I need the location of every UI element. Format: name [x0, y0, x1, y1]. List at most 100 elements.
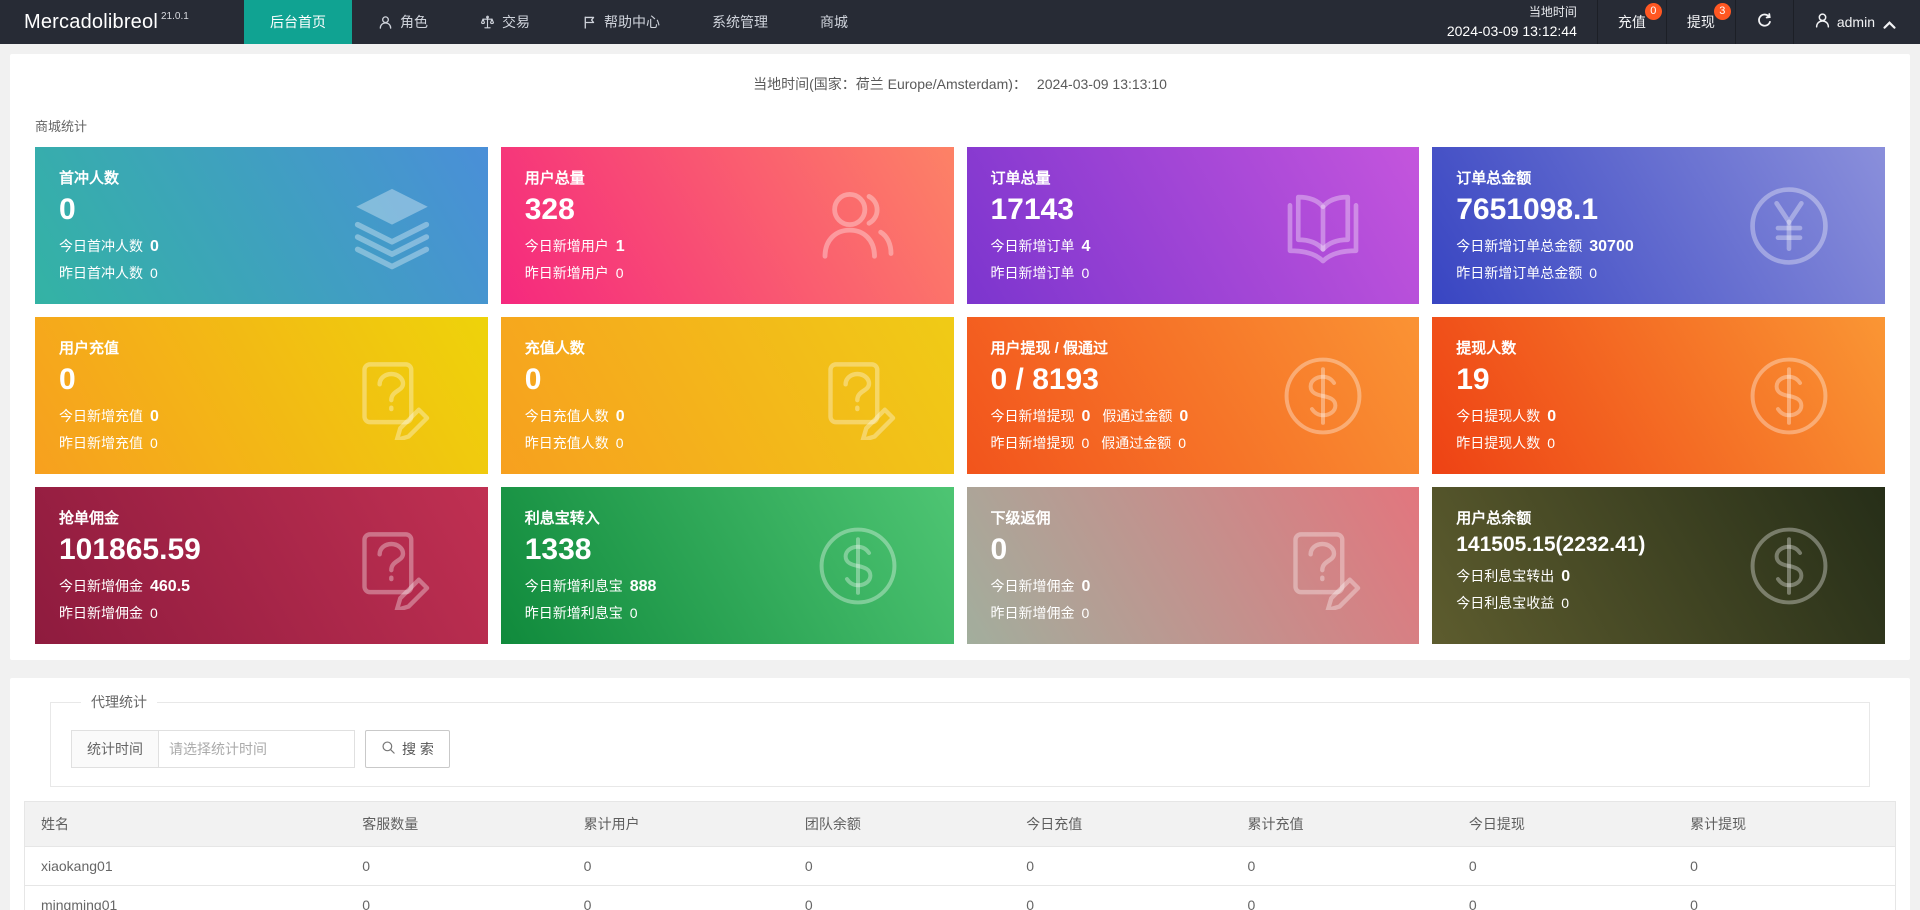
- subline-value: 0: [1081, 578, 1091, 595]
- subline-label: 今日利息宝转出: [1456, 568, 1555, 584]
- stat-card-user-withdraw-fake-pass: 用户提现 / 假通过 0 / 8193 今日新增提现 0 假通过金额 0 昨日新增提现 0…: [966, 317, 1420, 474]
- brand-name: Mercadolibreol: [24, 10, 158, 33]
- local-time-value: 2024-03-09 13:12:44: [1446, 22, 1577, 39]
- dollar-circle-icon: [814, 522, 902, 610]
- chevron-up-icon: [1881, 17, 1896, 29]
- user-icon: [378, 15, 393, 30]
- stats-cards-grid: 首冲人数 0 今日首冲人数 0 昨日首冲人数 0 用户总量 328 今日新增用户 1 昨日…: [35, 147, 1885, 644]
- subline-value: 0: [1178, 435, 1187, 451]
- subline-value: 4: [1081, 238, 1091, 255]
- subline-value: 1: [615, 238, 625, 255]
- subline-label: 今日新增订单: [990, 238, 1075, 254]
- menu-item-mall[interactable]: 商城: [794, 0, 874, 44]
- subline-value: 0: [1561, 568, 1571, 585]
- yen-circle-icon: [1745, 182, 1833, 270]
- users-icon: [814, 182, 902, 270]
- table-column-header: 累计充值: [1231, 801, 1453, 847]
- menu-item-help-center[interactable]: 帮助中心: [556, 0, 686, 44]
- table-cell: 0: [567, 885, 789, 910]
- subline-value: 0: [150, 238, 159, 255]
- search-icon: [381, 740, 396, 758]
- table-column-header: 团队余额: [788, 801, 1011, 847]
- subline-value: 0: [150, 435, 158, 451]
- table-cell: 0: [788, 846, 1011, 886]
- subline-value: 30700: [1589, 238, 1634, 255]
- local-time-line-label: 当地时间(国家：荷兰 Europe/Amsterdam)：: [753, 76, 1027, 92]
- menu-item-trade[interactable]: 交易: [454, 0, 556, 44]
- subline-label: 昨日新增订单: [990, 265, 1075, 281]
- stat-card-sub-commission: 下级返佣 0 今日新增佣金 0 昨日新增佣金 0: [966, 487, 1420, 644]
- table-cell: 0: [567, 846, 789, 886]
- stat-card-user-total-balance: 用户总余额 141505.15(2232.41) 今日利息宝转出 0 今日利息宝收益…: [1432, 487, 1885, 644]
- scales-icon: [480, 15, 495, 30]
- subline-label: 昨日新增充值: [59, 435, 143, 451]
- refresh-icon: [1756, 12, 1773, 32]
- subline-label: 今日新增利息宝: [524, 578, 623, 594]
- subline-value: 0: [1589, 265, 1598, 281]
- main-content: 当地时间(国家：荷兰 Europe/Amsterdam)： 2024-03-09 …: [0, 54, 1920, 910]
- menu-item-system[interactable]: 系统管理: [686, 0, 794, 44]
- recharge-nav-button[interactable]: 充值 0: [1596, 0, 1666, 44]
- user-menu[interactable]: admin: [1792, 0, 1920, 44]
- brand-version: 21.0.1: [160, 10, 189, 22]
- local-time-line-value: 2024-03-09 13:13:10: [1036, 76, 1167, 92]
- table-cell: 0: [1010, 885, 1232, 910]
- document-edit-icon: [1279, 522, 1367, 612]
- navbar-right: 当地时间 2024-03-09 13:12:44 充值 0 提现 3 admin: [1427, 0, 1920, 44]
- stat-card-total-users: 用户总量 328 今日新增用户 1 昨日新增用户 0: [500, 147, 954, 304]
- table-cell: 0: [1231, 846, 1453, 886]
- withdraw-badge: 3: [1713, 3, 1731, 20]
- table-cell: xiaokang01: [24, 846, 347, 886]
- subline-label: 昨日新增佣金: [990, 605, 1075, 621]
- subline-value: 0: [1179, 408, 1189, 425]
- subline-label: 今日提现人数: [1456, 408, 1541, 424]
- book-icon: [1279, 182, 1367, 270]
- subline-value: 888: [629, 578, 657, 595]
- table-cell: 0: [346, 846, 568, 886]
- withdraw-nav-button[interactable]: 提现 3: [1665, 0, 1735, 44]
- stat-time-label: 统计时间: [71, 730, 159, 768]
- table-body: xiaokang01 0 0 0 0 0 0 0 mingming01 0 0 0 0 0 0 0: [24, 846, 1896, 910]
- search-button[interactable]: 搜 索: [365, 730, 450, 768]
- table-row: mingming01 0 0 0 0 0 0 0: [24, 885, 1896, 910]
- agent-fieldset: 代理统计 统计时间 搜 索: [50, 692, 1870, 787]
- brand-logo[interactable]: Mercadolibreol 21.0.1: [0, 0, 244, 44]
- agent-section-title: 代理统计: [91, 694, 147, 710]
- subline-label: 假通过金额: [1101, 435, 1172, 451]
- table-column-header: 客服数量: [346, 801, 568, 847]
- subline-value: 0: [1081, 408, 1091, 425]
- search-button-label: 搜 索: [402, 741, 434, 757]
- main-menu: 后台首页 角色 交易 帮助中心 系统管理 商城: [244, 0, 874, 44]
- document-edit-icon: [348, 522, 436, 612]
- subline-label: 今日利息宝收益: [1456, 595, 1555, 611]
- subline-label: 今日充值人数: [524, 408, 609, 424]
- menu-item-label: 系统管理: [712, 14, 768, 30]
- dollar-circle-icon: [1745, 522, 1833, 610]
- table-cell: 0: [1231, 885, 1453, 910]
- subline-value: 460.5: [150, 578, 191, 595]
- subline-value: 0: [1081, 605, 1090, 621]
- recharge-badge: 0: [1644, 3, 1662, 20]
- subline-value: 0: [615, 435, 624, 451]
- menu-item-label: 交易: [502, 14, 530, 30]
- agent-panel: 代理统计 统计时间 搜 索 姓名客服数量累计用户团队余额今日充值累计充值今日提现…: [10, 678, 1910, 910]
- subline-label: 昨日新增订单总金额: [1456, 265, 1583, 281]
- table-column-header: 今日提现: [1452, 801, 1675, 847]
- menu-item-home[interactable]: 后台首页: [244, 0, 352, 44]
- subline-label: 今日新增用户: [524, 238, 609, 254]
- menu-item-label: 商城: [820, 14, 848, 30]
- subline-value: 0: [1561, 595, 1570, 611]
- refresh-button[interactable]: [1734, 0, 1793, 44]
- stat-time-input[interactable]: [159, 730, 355, 768]
- document-edit-icon: [814, 352, 902, 442]
- stat-card-grab-order-commission: 抢单佣金 101865.59 今日新增佣金 460.5 昨日新增佣金 0: [35, 487, 488, 644]
- menu-item-label: 帮助中心: [604, 14, 660, 30]
- subline-label: 今日新增订单总金额: [1456, 238, 1583, 254]
- subline-label: 昨日新增提现: [990, 435, 1075, 451]
- subline-value: 0: [615, 408, 625, 425]
- menu-item-roles[interactable]: 角色: [352, 0, 454, 44]
- subline-value: 0: [1081, 265, 1090, 281]
- stats-panel: 当地时间(国家：荷兰 Europe/Amsterdam)： 2024-03-09 …: [10, 54, 1910, 660]
- subline-value: 0: [615, 265, 624, 281]
- recharge-label: 充值: [1617, 14, 1646, 30]
